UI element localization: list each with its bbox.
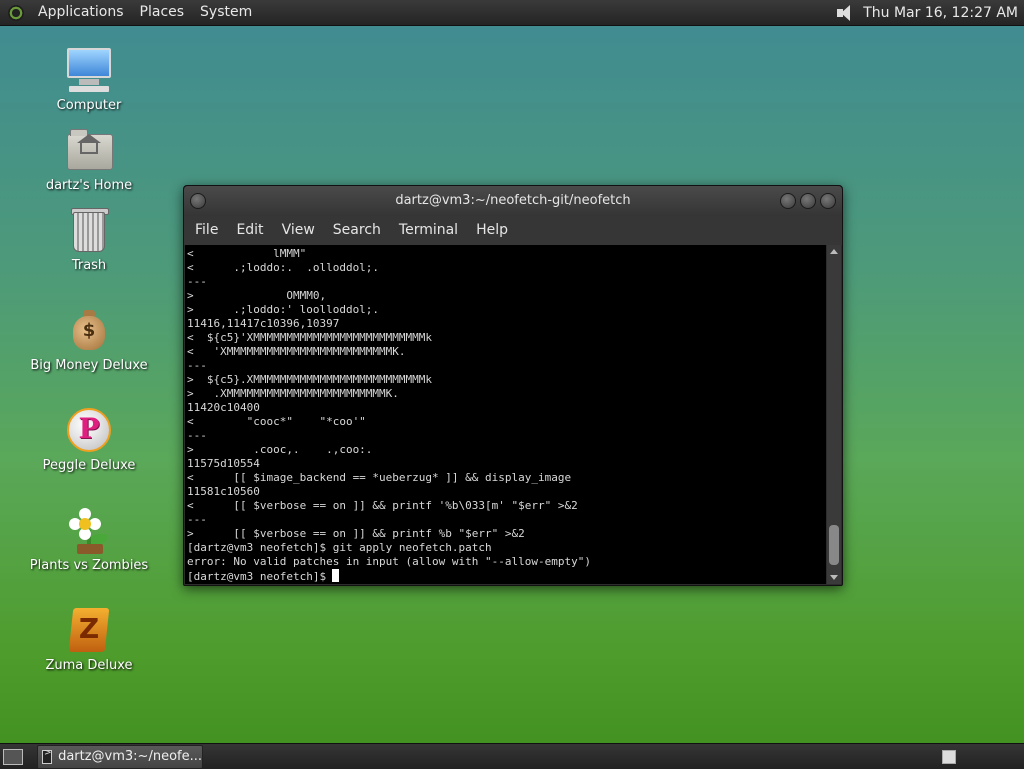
scrollbar-thumb[interactable] (829, 525, 839, 565)
panel-tray: Thu Mar 16, 12:27 AM (835, 4, 1024, 22)
minimize-button[interactable] (780, 193, 796, 209)
desktop-icon-label: Computer (56, 98, 122, 113)
workspace-switcher[interactable] (942, 749, 956, 764)
desktop-icon-computer[interactable]: Computer (24, 46, 154, 113)
desktop-icon-label: dartz's Home (45, 178, 133, 193)
menu-edit[interactable]: Edit (227, 216, 272, 245)
zuma-icon: Z (65, 606, 113, 654)
terminal-line: [dartz@vm3 neofetch]$ (187, 569, 826, 584)
terminal-line: 11575d10554 (187, 457, 260, 470)
menu-system[interactable]: System (192, 0, 260, 25)
terminal-line: error: No valid patches in input (allow … (187, 555, 591, 568)
menu-applications[interactable]: Applications (30, 0, 132, 25)
scroll-down-icon[interactable] (830, 575, 838, 580)
desktop-icon-home[interactable]: dartz's Home (24, 126, 154, 193)
text-cursor (332, 569, 340, 582)
desktop-icon-plants-vs-zombies[interactable]: Plants vs Zombies (24, 506, 154, 573)
terminal-output[interactable]: < lMMM" < .;loddo:. .olloddol;. --- > OMMM0… (185, 245, 826, 584)
terminal-icon (42, 748, 53, 764)
desktop-icon-trash[interactable]: Trash (24, 206, 154, 273)
terminal-line: > .;loddo:' loolloddol;. (187, 303, 380, 316)
terminal-line: > OMMM0, (187, 289, 327, 302)
window-titlebar[interactable]: dartz@vm3:~/neofetch-git/neofetch (184, 186, 842, 216)
desktop-icon-zuma[interactable]: Z Zuma Deluxe (24, 606, 154, 673)
terminal-scrollbar[interactable] (827, 245, 841, 584)
terminal-line: < lMMM" (187, 247, 307, 260)
bottom-panel: dartz@vm3:~/neofe... (0, 743, 1024, 769)
trash-icon (65, 206, 113, 254)
terminal-line: < 'XMMMMMMMMMMMMMMMMMMMMMMMMMK. (187, 345, 406, 358)
taskbar-terminal-button[interactable]: dartz@vm3:~/neofe... (37, 744, 203, 769)
terminal-line: --- (187, 429, 207, 442)
menu-view[interactable]: View (273, 216, 324, 245)
desktop-icon-big-money[interactable]: $ Big Money Deluxe (24, 306, 154, 373)
terminal-lines: < lMMM" < .;loddo:. .olloddol;. --- > OMMM0… (185, 245, 826, 584)
computer-icon (65, 46, 113, 94)
close-button[interactable] (820, 193, 836, 209)
desktop-icon-label: Big Money Deluxe (30, 358, 148, 373)
terminal-line: --- (187, 359, 207, 372)
terminal-line: > .XMMMMMMMMMMMMMMMMMMMMMMMMK. (187, 387, 399, 400)
terminal-line: < .;loddo:. .olloddol;. (187, 261, 380, 274)
prompt-text: [dartz@vm3 neofetch]$ (187, 570, 327, 583)
desktop-icon-label: Trash (71, 258, 107, 273)
terminal-window[interactable]: dartz@vm3:~/neofetch-git/neofetch File E… (183, 185, 843, 586)
terminal-line: 11420c10400 (187, 401, 260, 414)
volume-icon[interactable] (835, 4, 855, 22)
maximize-button[interactable] (800, 193, 816, 209)
desktop-icon-peggle[interactable]: P Peggle Deluxe (24, 406, 154, 473)
terminal-line: < ${c5}'XMMMMMMMMMMMMMMMMMMMMMMMMMMk (187, 331, 433, 344)
terminal-line: < [[ $verbose == on ]] && printf '%b\033… (187, 499, 578, 512)
desktop-icon-label: Peggle Deluxe (42, 458, 136, 473)
terminal-menubar: File Edit View Search Terminal Help (184, 216, 842, 245)
top-panel: Applications Places System Thu Mar 16, 1… (0, 0, 1024, 26)
terminal-line: > .cooc,. .,coo:. (187, 443, 373, 456)
terminal-line: 11581c10560 (187, 485, 260, 498)
menu-file[interactable]: File (186, 216, 227, 245)
menu-places[interactable]: Places (132, 0, 193, 25)
terminal-line: [dartz@vm3 neofetch]$ git apply neofetch… (187, 541, 492, 554)
menu-terminal[interactable]: Terminal (390, 216, 467, 245)
menu-help[interactable]: Help (467, 216, 517, 245)
show-desktop-icon[interactable] (3, 748, 23, 765)
terminal-line: 11416,11417c10396,10397 (187, 317, 340, 330)
money-bag-icon: $ (65, 306, 113, 354)
menu-search[interactable]: Search (324, 216, 390, 245)
plants-vs-zombies-icon (65, 506, 113, 554)
desktop-icon-label: Zuma Deluxe (45, 658, 133, 673)
terminal-line: --- (187, 513, 207, 526)
terminal-line: > ${c5}.XMMMMMMMMMMMMMMMMMMMMMMMMMMk (187, 373, 433, 386)
terminal-line: < [[ $image_backend == *ueberzug* ]] && … (187, 471, 572, 484)
window-title: dartz@vm3:~/neofetch-git/neofetch (395, 193, 631, 208)
distro-logo-icon[interactable] (8, 4, 24, 21)
desktop-icon-label: Plants vs Zombies (29, 558, 149, 573)
home-folder-icon (65, 126, 113, 174)
terminal-line: --- (187, 275, 207, 288)
taskbar-label: dartz@vm3:~/neofe... (58, 749, 202, 764)
clock[interactable]: Thu Mar 16, 12:27 AM (863, 5, 1018, 21)
peggle-icon: P (65, 406, 113, 454)
terminal-line: < "cooc*" "*coo'" (187, 415, 366, 428)
scroll-up-icon[interactable] (830, 249, 838, 254)
terminal-line: > [[ $verbose == on ]] && printf %b "$er… (187, 527, 525, 540)
